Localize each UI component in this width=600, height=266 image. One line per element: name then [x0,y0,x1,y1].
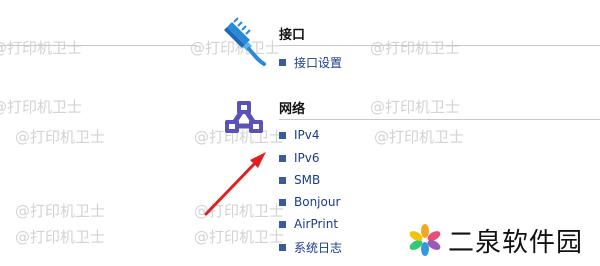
pinwheel-logo-icon [409,224,441,256]
section-title-network: 网络 [279,102,306,117]
watermark: @打印机卫士 [15,128,106,146]
link-ipv4[interactable]: IPv4 [279,128,320,142]
bullet-icon [279,154,286,162]
watermark: @打印机卫士 [370,39,461,57]
section-divider [279,45,600,46]
watermark: @打印机卫士 [370,98,461,116]
watermark: @打印机卫士 [0,98,83,116]
bullet-icon [279,59,286,66]
watermark: @打印机卫士 [374,128,465,146]
link-label: Bonjour [294,195,341,209]
bullet-icon [279,220,286,228]
link-ipv6[interactable]: IPv6 [279,151,320,165]
link-system-log[interactable]: 系统日志 [279,239,342,256]
brand-watermark: 二泉软件园 [400,214,600,266]
link-bonjour[interactable]: Bonjour [279,195,340,209]
red-arrow-icon [204,152,266,216]
network-topology-icon [225,101,263,133]
section-divider [279,119,600,120]
link-smb[interactable]: SMB [279,173,320,187]
watermark: @打印机卫士 [15,228,106,246]
link-label: 系统日志 [294,241,343,255]
bullet-icon [279,198,286,206]
watermark: @打印机卫士 [15,202,106,220]
link-airprint[interactable]: AirPrint [279,217,338,231]
bullet-icon [279,131,286,139]
section-divider [0,45,197,46]
link-interface-settings[interactable]: 接口设置 [279,54,342,71]
link-label: SMB [294,173,321,187]
section-title-interface: 接口 [279,28,306,43]
link-label: IPv4 [294,128,320,142]
network-cable-icon [224,17,266,66]
link-label: 接口设置 [294,56,343,70]
brand-name: 二泉软件园 [448,227,584,258]
link-label: IPv6 [294,151,320,165]
watermark: @打印机卫士 [0,39,83,57]
link-label: AirPrint [294,217,339,231]
bullet-icon [279,176,286,184]
bullet-icon [279,244,286,251]
watermark: @打印机卫士 [194,228,285,246]
